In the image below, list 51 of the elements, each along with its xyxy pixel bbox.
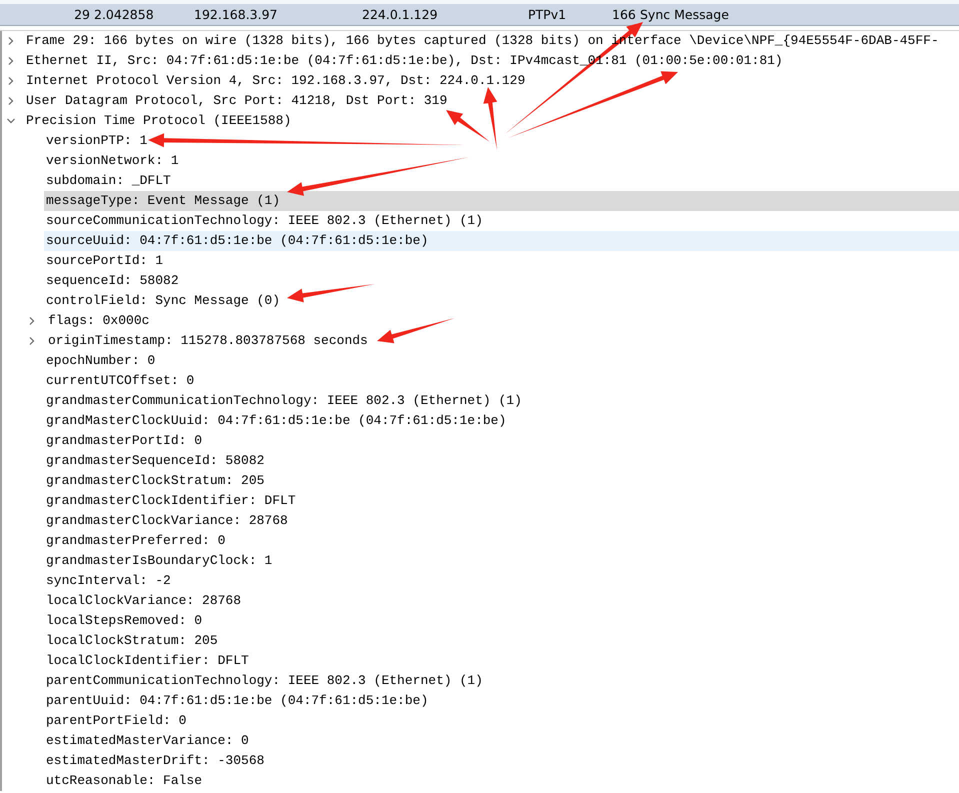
tree-item[interactable]: localClockIdentifier: DFLT [44, 651, 959, 671]
tree-item[interactable]: grandmasterCommunicationTechnology: IEEE 802.3 (Ethernet) (1) [44, 391, 959, 411]
tree-item[interactable]: controlField: Sync Message (0) [44, 291, 959, 311]
chevron-right-icon[interactable] [7, 77, 15, 85]
packet-length: 166 [612, 6, 637, 24]
tree-item[interactable]: grandmasterClockStratum: 205 [44, 471, 959, 491]
tree-item[interactable]: sourceUuid: 04:7f:61:d5:1e:be (04:7f:61:d5:1e:be) [44, 231, 959, 251]
tree-item[interactable]: parentUuid: 04:7f:61:d5:1e:be (04:7f:61:d5:1e:be) [44, 691, 959, 711]
tree-item[interactable]: localClockStratum: 205 [44, 631, 959, 651]
tree-item[interactable]: grandmasterSequenceId: 58082 [44, 451, 959, 471]
packet-destination: 224.0.1.129 [362, 6, 439, 24]
chevron-right-icon[interactable] [7, 57, 15, 65]
packet-time: 2.042858 [94, 6, 155, 24]
tree-item[interactable]: Internet Protocol Version 4, Src: 192.168.3.97, Dst: 224.0.1.129 [24, 71, 528, 91]
tree-item[interactable]: User Datagram Protocol, Src Port: 41218, Dst Port: 319 [24, 91, 450, 111]
tree-item[interactable]: grandmasterPreferred: 0 [44, 531, 959, 551]
tree-item[interactable]: originTimestamp: 115278.803787568 seconds [46, 331, 959, 351]
chevron-right-icon[interactable] [28, 337, 36, 345]
chevron-right-icon[interactable] [7, 97, 15, 105]
tree-item[interactable]: versionNetwork: 1 [44, 151, 959, 171]
tree-item[interactable]: localClockVariance: 28768 [44, 591, 959, 611]
tree-item[interactable]: estimatedMasterDrift: -30568 [44, 751, 959, 771]
packet-row[interactable]: 29 2.042858 192.168.3.97 224.0.1.129 PTPv1 166 Sync Message [0, 4, 959, 26]
tree-item[interactable]: utcReasonable: False [44, 771, 959, 791]
packet-number: 29 [73, 6, 91, 24]
tree-item[interactable]: parentCommunicationTechnology: IEEE 802.3 (Ethernet) (1) [44, 671, 959, 691]
tree-item[interactable]: grandMasterClockUuid: 04:7f:61:d5:1e:be (04:7f:61:d5:1e:be) [44, 411, 959, 431]
tree-item[interactable]: grandmasterClockIdentifier: DFLT [44, 491, 959, 511]
tree-item[interactable]: grandmasterClockVariance: 28768 [44, 511, 959, 531]
tree-item[interactable]: epochNumber: 0 [44, 351, 959, 371]
chevron-right-icon[interactable] [28, 317, 36, 325]
tree-item[interactable]: grandmasterIsBoundaryClock: 1 [44, 551, 959, 571]
tree-item[interactable]: sourceCommunicationTechnology: IEEE 802.3 (Ethernet) (1) [44, 211, 959, 231]
packet-protocol: PTPv1 [528, 6, 568, 24]
tree-item[interactable]: currentUTCOffset: 0 [44, 371, 959, 391]
tree-item[interactable]: versionPTP: 1 [44, 131, 959, 151]
tree-item[interactable]: sourcePortId: 1 [44, 251, 959, 271]
tree-item[interactable]: sequenceId: 58082 [44, 271, 959, 291]
packet-source: 192.168.3.97 [194, 6, 278, 24]
chevron-right-icon[interactable] [7, 37, 15, 45]
tree-item[interactable]: syncInterval: -2 [44, 571, 959, 591]
tree-item[interactable]: Precision Time Protocol (IEEE1588) [24, 111, 294, 131]
tree-item[interactable]: flags: 0x000c [46, 311, 959, 331]
tree-item[interactable]: grandmasterPortId: 0 [44, 431, 959, 451]
tree-item[interactable]: subdomain: _DFLT [44, 171, 959, 191]
packet-info: Sync Message [640, 6, 730, 24]
tree-item[interactable]: localStepsRemoved: 0 [44, 611, 959, 631]
tree-item[interactable]: messageType: Event Message (1) [44, 191, 959, 211]
chevron-down-icon[interactable] [7, 117, 15, 125]
tree-item[interactable]: estimatedMasterVariance: 0 [44, 731, 959, 751]
tree-item[interactable]: parentPortField: 0 [44, 711, 959, 731]
